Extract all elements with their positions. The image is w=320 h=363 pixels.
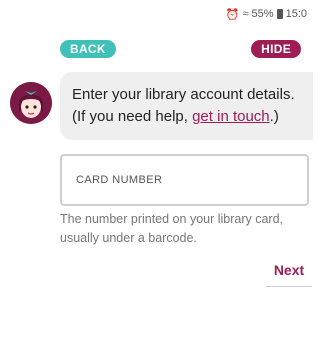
card-number-helper-text: The number printed on your library card,… [60, 212, 284, 245]
card-number-input[interactable] [74, 173, 307, 187]
message-line-1: Enter your library account details. [72, 86, 295, 103]
next-button[interactable]: Next [266, 262, 312, 287]
get-in-touch-link[interactable]: get in touch [192, 108, 270, 125]
avatar [10, 82, 52, 124]
message-prefix: (If you need help, [72, 108, 193, 125]
status-time: 15:0 [285, 8, 307, 20]
hide-button[interactable]: HIDE [251, 40, 301, 58]
battery-icon [276, 9, 283, 19]
library-mascot-icon [10, 82, 52, 124]
status-bar: ⏰ ≈ 55% 15:0 [0, 0, 313, 28]
back-button[interactable]: BACK [60, 40, 116, 58]
instruction-message: Enter your library account details. (If … [60, 72, 313, 140]
message-suffix: .) [269, 108, 279, 125]
message-line-2: (If you need help, get in touch.) [72, 106, 313, 128]
battery-percent: 55% [251, 8, 274, 20]
wifi-icon: ≈ [242, 8, 249, 20]
alarm-icon: ⏰ [225, 8, 240, 21]
card-number-field[interactable] [60, 154, 309, 206]
